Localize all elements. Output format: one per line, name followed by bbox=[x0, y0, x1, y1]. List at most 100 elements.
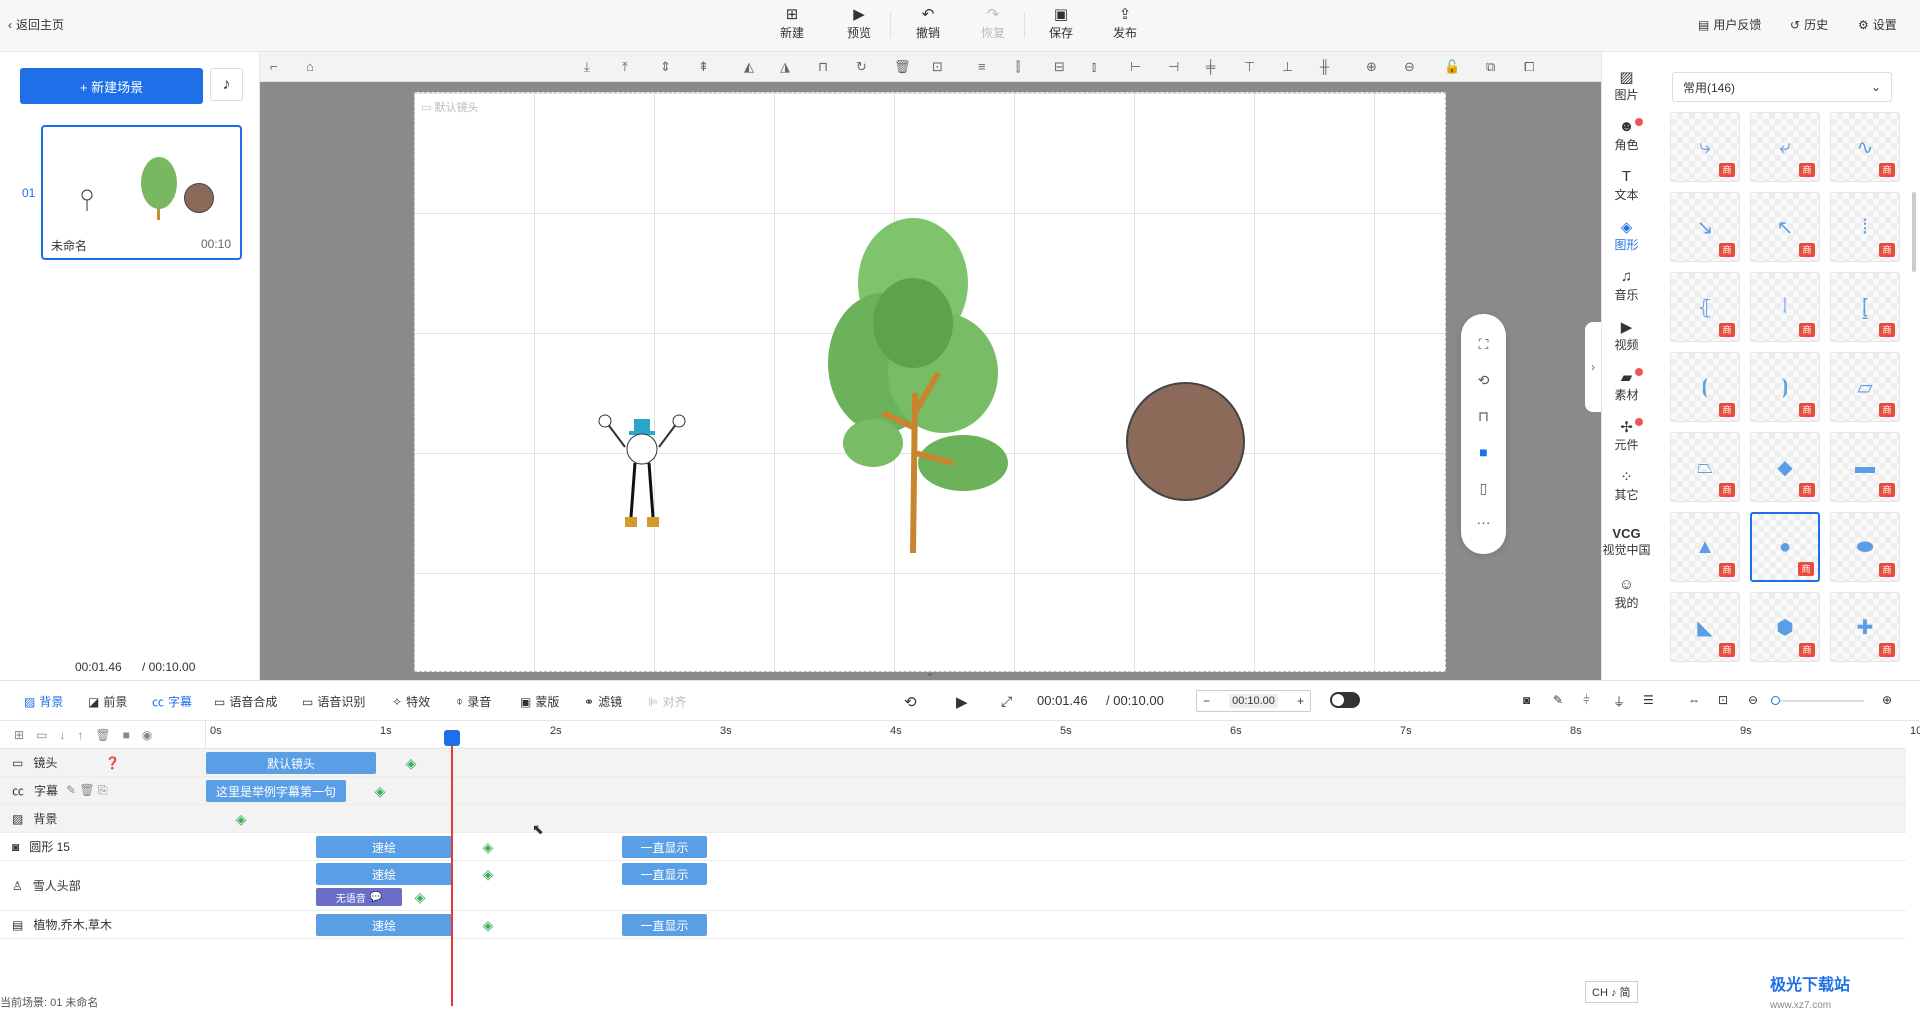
back-home-link[interactable]: ‹ 返回主页 bbox=[8, 16, 64, 33]
keyframe-add-icon[interactable]: ◈ bbox=[413, 890, 427, 904]
split-icon[interactable]: ⫩ bbox=[1583, 693, 1590, 708]
undo-button[interactable]: ↶ 撤销 bbox=[908, 6, 948, 41]
shape-tile[interactable]: ⦗ 商 bbox=[1670, 352, 1740, 422]
flip-v-icon[interactable]: ◮ bbox=[780, 59, 790, 75]
rail-item-music[interactable]: ♫ 音乐 bbox=[1602, 268, 1651, 303]
sliders-icon[interactable]: ☰ bbox=[1643, 693, 1654, 707]
edit-icon[interactable]: ✎ bbox=[1553, 693, 1563, 707]
tab-record[interactable]: ⌽ 录音 bbox=[456, 693, 491, 710]
shape-tile[interactable]: ⤶ 商 bbox=[1750, 112, 1820, 182]
rail-item-image[interactable]: ▨ 图片 bbox=[1602, 68, 1651, 103]
shape-tile[interactable]: ◣ 商 bbox=[1670, 592, 1740, 662]
unlock-icon[interactable]: ⊓ bbox=[1461, 408, 1506, 425]
keyframe-add-icon[interactable]: ◈ bbox=[234, 812, 248, 826]
new-button[interactable]: ⊞ 新建 bbox=[772, 6, 812, 41]
toggle-switch[interactable] bbox=[1330, 692, 1360, 708]
mobile-icon[interactable]: ▯ bbox=[1461, 480, 1506, 497]
more-icon[interactable]: ··· bbox=[1461, 514, 1506, 530]
unlock-icon[interactable]: 🔓 bbox=[1444, 59, 1460, 75]
align-hmid-icon[interactable]: ╪ bbox=[1206, 59, 1215, 74]
flip-h-icon[interactable]: ◭ bbox=[744, 59, 754, 75]
playhead-handle[interactable] bbox=[444, 730, 460, 746]
zoom-out-icon[interactable]: ⊖ bbox=[1404, 59, 1415, 75]
shape-tile[interactable]: ∿ 商 bbox=[1830, 112, 1900, 182]
panel-toggle-chevron-icon[interactable]: › bbox=[1585, 322, 1601, 412]
track-camera[interactable]: ▭ 镜头 ❓ bbox=[0, 749, 206, 777]
track-snowman[interactable]: ♙ 雪人头部 bbox=[0, 861, 206, 911]
always-show-clip[interactable]: 一直显示 bbox=[622, 914, 707, 936]
rail-item-shape[interactable]: ◈ 图形 bbox=[1602, 218, 1651, 253]
tree-illustration[interactable] bbox=[823, 213, 1023, 553]
keyframe-add-icon[interactable]: ◈ bbox=[404, 756, 418, 770]
shape-tile[interactable]: ⦚ 商 bbox=[1750, 272, 1820, 342]
lock-icon[interactable]: ⊓ bbox=[818, 59, 828, 75]
keyframe-add-icon[interactable]: ◈ bbox=[481, 840, 495, 854]
tab-background[interactable]: ▨ 背景 bbox=[24, 693, 63, 710]
shape-tile[interactable]: ↘ 商 bbox=[1670, 192, 1740, 262]
spacing-icon[interactable]: ⫾ bbox=[1092, 59, 1096, 75]
lock-icon[interactable]: ■ bbox=[123, 728, 130, 742]
layout-icon[interactable]: ⌐ bbox=[270, 59, 278, 74]
edit-icon[interactable]: ✎ 🗑 ⎘ bbox=[66, 783, 108, 798]
stage-canvas[interactable]: ▭ 默认镜头 bbox=[414, 92, 1446, 672]
shape-tile[interactable]: ◆ 商 bbox=[1750, 432, 1820, 502]
camera-clip[interactable]: 默认镜头 bbox=[206, 752, 376, 774]
timeline-ruler[interactable]: 0s 1s 2s 3s 4s 5s 6s 7s 8s 9s 10s bbox=[206, 721, 1920, 749]
trash-icon[interactable]: 🗑 bbox=[95, 728, 110, 742]
ratio-icon[interactable]: ⊡ bbox=[1718, 693, 1728, 707]
rotate-icon[interactable]: ↻ bbox=[856, 59, 867, 75]
music-note-icon[interactable]: ♪ bbox=[210, 68, 243, 101]
redo-button[interactable]: ↷ 恢复 bbox=[973, 6, 1013, 41]
align-vcenter-icon[interactable]: ⫿ bbox=[1016, 59, 1020, 75]
plus-icon[interactable]: + bbox=[1297, 694, 1304, 708]
tab-tts[interactable]: ▭ 语音合成 bbox=[214, 693, 277, 710]
save-button[interactable]: ▣ 保存 bbox=[1041, 6, 1081, 41]
preview-button[interactable]: ▶ 预览 bbox=[839, 6, 879, 41]
camera-icon[interactable]: ◙ bbox=[1523, 693, 1530, 707]
align-top2-icon[interactable]: ⊤ bbox=[1244, 59, 1255, 75]
tab-mask[interactable]: ▣ 蒙版 bbox=[520, 693, 559, 710]
caption-clip[interactable]: 这里是举例字幕第一句 bbox=[206, 780, 346, 802]
shape-tile[interactable]: ▲ 商 bbox=[1670, 512, 1740, 582]
keyframe-add-icon[interactable]: ◈ bbox=[481, 918, 495, 932]
playhead[interactable] bbox=[444, 730, 460, 1006]
distribute-icon[interactable]: ⇞ bbox=[698, 59, 709, 75]
track-background[interactable]: ▨ 背景 bbox=[0, 805, 206, 833]
zoom-in-icon[interactable]: ⊕ bbox=[1366, 59, 1377, 75]
zoom-out-icon[interactable]: ⊖ bbox=[1748, 693, 1758, 707]
feedback-link[interactable]: ▤ 用户反馈 bbox=[1698, 16, 1761, 33]
rotate-screen-icon[interactable]: ⟲ bbox=[1461, 372, 1506, 389]
rail-item-character[interactable]: ☻ 角色 bbox=[1602, 118, 1651, 153]
align-left-icon[interactable]: ⊢ bbox=[1130, 59, 1141, 75]
funnel-icon[interactable]: ⏚ bbox=[1613, 693, 1625, 710]
rail-item-vcg[interactable]: VCG 视觉中国 bbox=[1602, 526, 1651, 558]
shape-tile[interactable]: ⦃ 商 bbox=[1670, 272, 1740, 342]
delete-icon[interactable]: 🗑 bbox=[894, 59, 911, 75]
tab-filter[interactable]: ⚭ 滤镜 bbox=[584, 693, 622, 710]
add-folder-icon[interactable]: ⊞ bbox=[14, 728, 24, 742]
paste-icon[interactable]: ⧠ bbox=[1524, 59, 1534, 75]
rail-item-component[interactable]: ✢ 元件 bbox=[1602, 418, 1651, 453]
move-down-icon[interactable]: ↓ bbox=[59, 728, 65, 742]
chevron-down-icon[interactable]: ⌄ bbox=[920, 666, 940, 680]
zoom-slider[interactable] bbox=[1771, 696, 1864, 705]
draw-clip[interactable]: 速绘 bbox=[316, 863, 452, 885]
track-caption[interactable]: ㏄字幕 ✎ 🗑 ⎘ bbox=[0, 777, 206, 805]
fullscreen-icon[interactable]: ⤢ bbox=[1001, 693, 1012, 710]
rail-item-other[interactable]: ⁘ 其它 bbox=[1602, 468, 1651, 503]
publish-button[interactable]: ⇪ 发布 bbox=[1105, 6, 1145, 41]
shape-tile[interactable]: ● 商 bbox=[1750, 512, 1820, 582]
copy-icon[interactable]: ⧉ bbox=[1486, 59, 1495, 75]
voice-clip[interactable]: 无语音 💬 bbox=[316, 888, 402, 906]
category-select[interactable]: 常用(146) ⌄ bbox=[1672, 72, 1892, 102]
shape-tile[interactable]: ⦋ 商 bbox=[1830, 272, 1900, 342]
shape-tile[interactable]: ⬢ 商 bbox=[1750, 592, 1820, 662]
tab-caption[interactable]: ㏄字幕 bbox=[152, 693, 192, 710]
align-bottom2-icon[interactable]: ⊥ bbox=[1282, 59, 1293, 75]
rail-item-mine[interactable]: ☺ 我的 bbox=[1602, 576, 1651, 611]
tab-align[interactable]: ⊫ 对齐 bbox=[648, 693, 686, 710]
align-center-icon[interactable]: ≡ bbox=[978, 59, 986, 74]
track-plant[interactable]: ▤ 植物,乔木,草木 bbox=[0, 911, 206, 939]
shape-tile[interactable]: ⦙ 商 bbox=[1830, 192, 1900, 262]
draw-clip[interactable]: 速绘 bbox=[316, 836, 452, 858]
